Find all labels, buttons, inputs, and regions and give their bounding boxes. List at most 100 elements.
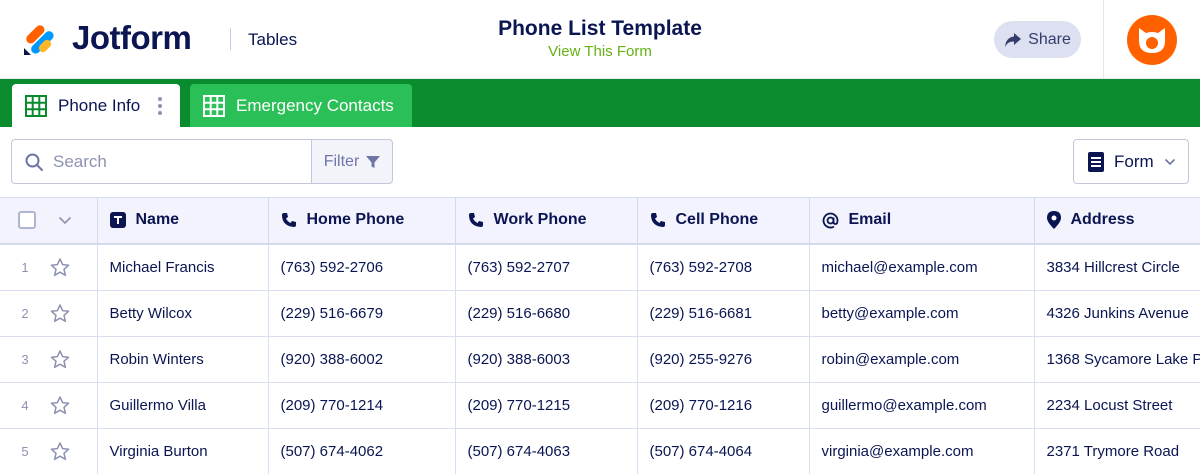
cell-email[interactable]: guillermo@example.com bbox=[809, 382, 1035, 429]
search-input[interactable] bbox=[53, 151, 293, 172]
column-label: Home Phone bbox=[306, 211, 405, 229]
chevron-down-icon bbox=[1164, 158, 1175, 165]
filter-label: Filter bbox=[323, 152, 360, 170]
table-grid-icon bbox=[25, 94, 47, 117]
view-form-link[interactable]: View This Form bbox=[400, 43, 800, 61]
cell-home-phone[interactable]: (920) 388-6002 bbox=[268, 336, 456, 383]
select-all-header bbox=[0, 197, 98, 245]
cell-home-phone[interactable]: (763) 592-2706 bbox=[268, 243, 456, 291]
cell-name[interactable]: Robin Winters bbox=[97, 336, 269, 383]
form-button[interactable]: Form bbox=[1073, 139, 1189, 184]
section-name[interactable]: Tables bbox=[248, 30, 297, 50]
star-icon[interactable] bbox=[50, 441, 70, 461]
cell-name[interactable]: Virginia Burton bbox=[97, 428, 269, 474]
cell-address[interactable]: 2371 Trymore Road bbox=[1034, 428, 1200, 474]
cell-home-phone[interactable]: (507) 674-4062 bbox=[268, 428, 456, 474]
cell-work-phone[interactable]: (209) 770-1215 bbox=[455, 382, 638, 429]
tab-label: Emergency Contacts bbox=[236, 95, 394, 115]
user-avatar[interactable] bbox=[1127, 15, 1177, 65]
column-label: Email bbox=[848, 211, 892, 229]
cell-work-phone[interactable]: (507) 674-4063 bbox=[455, 428, 638, 474]
tab-options-icon[interactable] bbox=[158, 96, 162, 116]
app-header: Jotform Tables Phone List Template View … bbox=[0, 0, 1200, 79]
row-number: 2 bbox=[21, 305, 29, 321]
cell-email[interactable]: virginia@example.com bbox=[809, 428, 1035, 474]
filter-button[interactable]: Filter bbox=[311, 139, 393, 184]
star-icon[interactable] bbox=[50, 257, 70, 277]
table-header-row: Name Home Phone Work Phone Cell Phone Em… bbox=[0, 197, 1200, 245]
jotform-logo-icon[interactable] bbox=[22, 18, 58, 56]
phone-icon bbox=[281, 213, 296, 228]
row-number-cell: 3 bbox=[0, 336, 98, 383]
sheet-tab-bar: Phone Info Emergency Contacts bbox=[0, 79, 1200, 127]
header-divider-right bbox=[1103, 0, 1104, 79]
star-icon[interactable] bbox=[50, 303, 70, 323]
column-header-address[interactable]: Address bbox=[1034, 197, 1200, 245]
cell-name[interactable]: Michael Francis bbox=[97, 243, 269, 291]
data-table: Name Home Phone Work Phone Cell Phone Em… bbox=[0, 197, 1200, 474]
column-label: Address bbox=[1070, 211, 1135, 229]
phone-icon bbox=[468, 213, 483, 228]
at-sign-icon bbox=[822, 212, 838, 229]
page-title: Phone List Template bbox=[498, 17, 702, 40]
brand-name[interactable]: Jotform bbox=[72, 18, 192, 58]
select-all-checkbox[interactable] bbox=[18, 211, 36, 230]
column-label: Name bbox=[135, 211, 180, 229]
cell-cell-phone[interactable]: (209) 770-1216 bbox=[637, 382, 810, 429]
cell-home-phone[interactable]: (209) 770-1214 bbox=[268, 382, 456, 429]
column-header-work-phone[interactable]: Work Phone bbox=[455, 197, 638, 245]
cell-address[interactable]: 2234 Locust Street bbox=[1034, 382, 1200, 429]
table-row[interactable]: 4 Guillermo Villa (209) 770-1214 (209) 7… bbox=[0, 382, 1200, 429]
table-row[interactable]: 5 Virginia Burton (507) 674-4062 (507) 6… bbox=[0, 428, 1200, 474]
tab-phone-info[interactable]: Phone Info bbox=[12, 84, 180, 127]
column-label: Work Phone bbox=[493, 211, 587, 229]
cell-name[interactable]: Guillermo Villa bbox=[97, 382, 269, 429]
tab-emergency-contacts[interactable]: Emergency Contacts bbox=[190, 84, 412, 127]
text-type-icon bbox=[109, 212, 126, 229]
share-label: Share bbox=[1028, 30, 1071, 48]
cell-cell-phone[interactable]: (229) 516-6681 bbox=[637, 290, 810, 337]
share-button[interactable]: Share bbox=[994, 21, 1081, 58]
cell-email[interactable]: robin@example.com bbox=[809, 336, 1035, 383]
cell-cell-phone[interactable]: (507) 674-4064 bbox=[637, 428, 810, 474]
podo-cat-icon bbox=[1139, 28, 1165, 53]
cell-work-phone[interactable]: (763) 592-2707 bbox=[455, 243, 638, 291]
cell-cell-phone[interactable]: (763) 592-2708 bbox=[637, 243, 810, 291]
column-header-name[interactable]: Name bbox=[97, 197, 269, 245]
row-number: 1 bbox=[21, 259, 29, 275]
cell-email[interactable]: michael@example.com bbox=[809, 243, 1035, 291]
table-row[interactable]: 3 Robin Winters (920) 388-6002 (920) 388… bbox=[0, 336, 1200, 383]
chevron-down-icon[interactable] bbox=[58, 216, 72, 225]
row-number-cell: 1 bbox=[0, 243, 98, 291]
cell-address[interactable]: 4326 Junkins Avenue bbox=[1034, 290, 1200, 337]
cell-cell-phone[interactable]: (920) 255-9276 bbox=[637, 336, 810, 383]
phone-icon bbox=[650, 213, 665, 228]
row-number-cell: 2 bbox=[0, 290, 98, 337]
row-number: 5 bbox=[21, 443, 29, 459]
table-row[interactable]: 1 Michael Francis (763) 592-2706 (763) 5… bbox=[0, 243, 1200, 291]
title-area: Phone List Template View This Form bbox=[400, 16, 800, 61]
cell-name[interactable]: Betty Wilcox bbox=[97, 290, 269, 337]
cell-address[interactable]: 1368 Sycamore Lake P bbox=[1034, 336, 1200, 383]
column-header-email[interactable]: Email bbox=[809, 197, 1035, 245]
cell-home-phone[interactable]: (229) 516-6679 bbox=[268, 290, 456, 337]
cell-work-phone[interactable]: (229) 516-6680 bbox=[455, 290, 638, 337]
column-header-cell-phone[interactable]: Cell Phone bbox=[637, 197, 810, 245]
column-header-home-phone[interactable]: Home Phone bbox=[268, 197, 456, 245]
cell-address[interactable]: 3834 Hillcrest Circle bbox=[1034, 243, 1200, 291]
location-pin-icon bbox=[1046, 211, 1061, 230]
cell-work-phone[interactable]: (920) 388-6003 bbox=[455, 336, 638, 383]
table-row[interactable]: 2 Betty Wilcox (229) 516-6679 (229) 516-… bbox=[0, 290, 1200, 337]
star-icon[interactable] bbox=[50, 395, 70, 415]
column-label: Cell Phone bbox=[675, 211, 759, 229]
table-grid-icon bbox=[203, 94, 225, 117]
row-number: 3 bbox=[21, 351, 29, 367]
filter-funnel-icon bbox=[366, 155, 381, 168]
header-divider bbox=[230, 28, 231, 50]
cell-email[interactable]: betty@example.com bbox=[809, 290, 1035, 337]
star-icon[interactable] bbox=[50, 349, 70, 369]
search-box[interactable] bbox=[11, 139, 312, 184]
search-icon bbox=[25, 153, 43, 171]
row-number-cell: 4 bbox=[0, 382, 98, 429]
row-number: 4 bbox=[21, 397, 29, 413]
